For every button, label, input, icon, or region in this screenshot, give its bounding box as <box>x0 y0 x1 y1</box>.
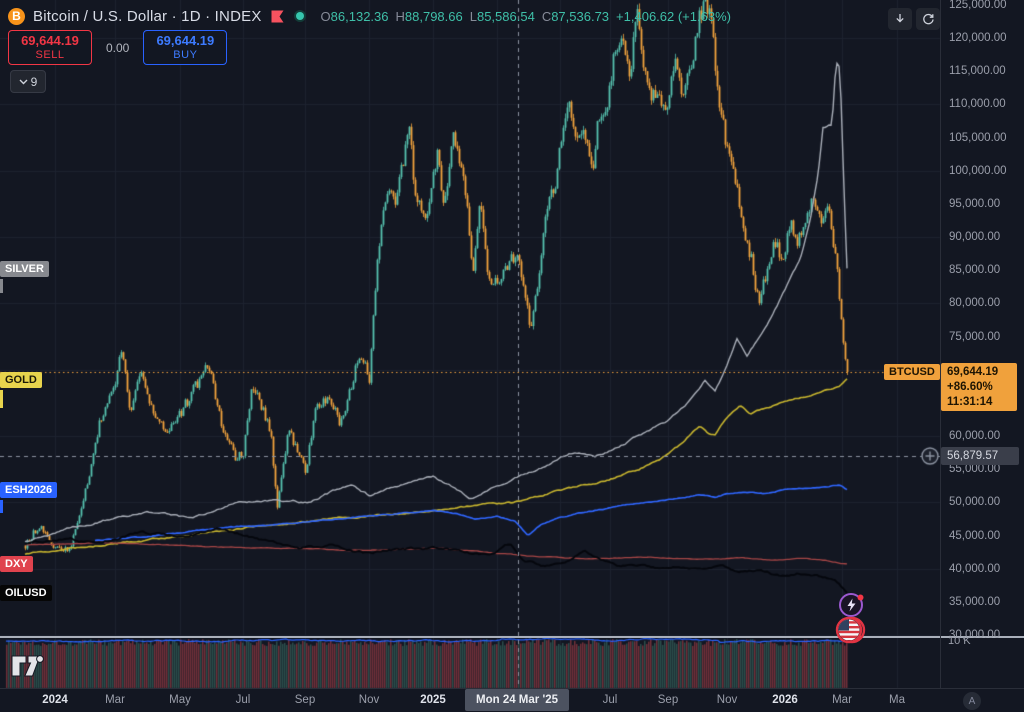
price-tick-label: 35,000.00 <box>949 596 1000 608</box>
crosshair-date-label: Mon 24 Mar '25 <box>465 689 569 711</box>
ohlc-change: +1,406.62 (+1.63%) <box>616 9 731 24</box>
time-tick-label: May <box>169 694 191 706</box>
flag-icon[interactable] <box>270 9 285 24</box>
price-tick-label: 55,000.00 <box>949 463 1000 475</box>
reset-chart-button[interactable] <box>916 8 940 30</box>
time-tick-label: Ma <box>889 694 905 706</box>
symbol-price-tag[interactable]: BTCUSD <box>884 364 940 380</box>
tradingview-chart-window: B Bitcoin / U.S. Dollar · 1D · INDEX O86… <box>0 0 1024 712</box>
buy-button[interactable]: 69,644.19 BUY <box>143 30 227 65</box>
time-tick-label: Jul <box>236 694 251 706</box>
volume-scale-label: 10 K <box>948 635 971 647</box>
last-price-label: 69,644.19 +86.60% 11:31:14 <box>941 363 1017 411</box>
time-tick-label: Sep <box>295 694 315 706</box>
price-tick-label: 125,000.00 <box>949 0 1007 11</box>
time-tick-label: 2024 <box>42 694 68 706</box>
time-tick-label: Sep <box>658 694 678 706</box>
spread-value: 0.00 <box>106 41 129 55</box>
market-status-dot-icon[interactable] <box>293 9 307 23</box>
chart-canvas[interactable] <box>0 0 1024 712</box>
price-tick-label: 40,000.00 <box>949 563 1000 575</box>
compare-series-label-gold[interactable]: GOLD <box>0 372 42 388</box>
price-tick-label: 95,000.00 <box>949 198 1000 210</box>
trade-panel: 69,644.19 SELL 0.00 69,644.19 BUY <box>8 30 227 65</box>
symbol-header: B Bitcoin / U.S. Dollar · 1D · INDEX O86… <box>8 5 731 27</box>
time-tick-label: Mar <box>832 694 852 706</box>
auto-scale-button[interactable]: A <box>963 692 981 710</box>
price-tick-label: 110,000.00 <box>949 98 1006 110</box>
time-tick-label: 2025 <box>420 694 446 706</box>
price-tick-label: 80,000.00 <box>949 297 1000 309</box>
reload-icon <box>922 13 935 26</box>
time-tick-label: 2026 <box>772 694 798 706</box>
arrow-down-icon <box>894 13 906 25</box>
compare-series-label-silver[interactable]: SILVER <box>0 261 49 277</box>
time-tick-label: Nov <box>717 694 737 706</box>
time-tick-label: Jul <box>603 694 618 706</box>
price-tick-label: 75,000.00 <box>949 331 1000 343</box>
price-tick-label: 45,000.00 <box>949 530 1000 542</box>
price-tick-label: 50,000.00 <box>949 496 1000 508</box>
compare-series-label-oilusd[interactable]: OILUSD <box>0 585 52 601</box>
us-economic-event-icon[interactable] <box>835 614 867 646</box>
price-tick-label: 100,000.00 <box>949 165 1007 177</box>
price-tick-label: 105,000.00 <box>949 132 1007 144</box>
price-axis[interactable]: 125,000.00 120,000.00 115,000.00 110,000.00… <box>940 0 1024 688</box>
price-tick-label: 90,000.00 <box>949 231 1000 243</box>
sell-button[interactable]: 69,644.19 SELL <box>8 30 92 65</box>
time-tick-label: Mar <box>105 694 125 706</box>
price-tick-label: 120,000.00 <box>949 32 1007 44</box>
series-axis-strip <box>0 279 3 293</box>
ohlc-readout: O86,132.36 H88,798.66 L85,586.54 C87,536… <box>321 9 731 24</box>
download-button[interactable] <box>888 8 912 30</box>
chevron-down-icon <box>19 79 28 85</box>
price-tick-label: 60,000.00 <box>949 430 1000 442</box>
symbol-title[interactable]: Bitcoin / U.S. Dollar · 1D · INDEX <box>33 8 262 25</box>
price-tick-label: 115,000.00 <box>949 65 1006 77</box>
price-tick-label: 85,000.00 <box>949 264 1000 276</box>
object-tree-count-button[interactable]: 9 <box>10 70 46 93</box>
tradingview-logo[interactable] <box>10 653 46 679</box>
series-axis-strip <box>0 390 3 408</box>
series-axis-strip <box>0 500 3 513</box>
compare-series-label-dxy[interactable]: DXY <box>0 556 33 572</box>
pane-separator[interactable] <box>0 636 1024 638</box>
crosshair-price-label: 56,879.57 <box>941 447 1019 465</box>
compare-series-label-esh2026[interactable]: ESH2026 <box>0 482 57 498</box>
bitcoin-logo-icon: B <box>8 8 25 25</box>
time-tick-label: Nov <box>359 694 379 706</box>
